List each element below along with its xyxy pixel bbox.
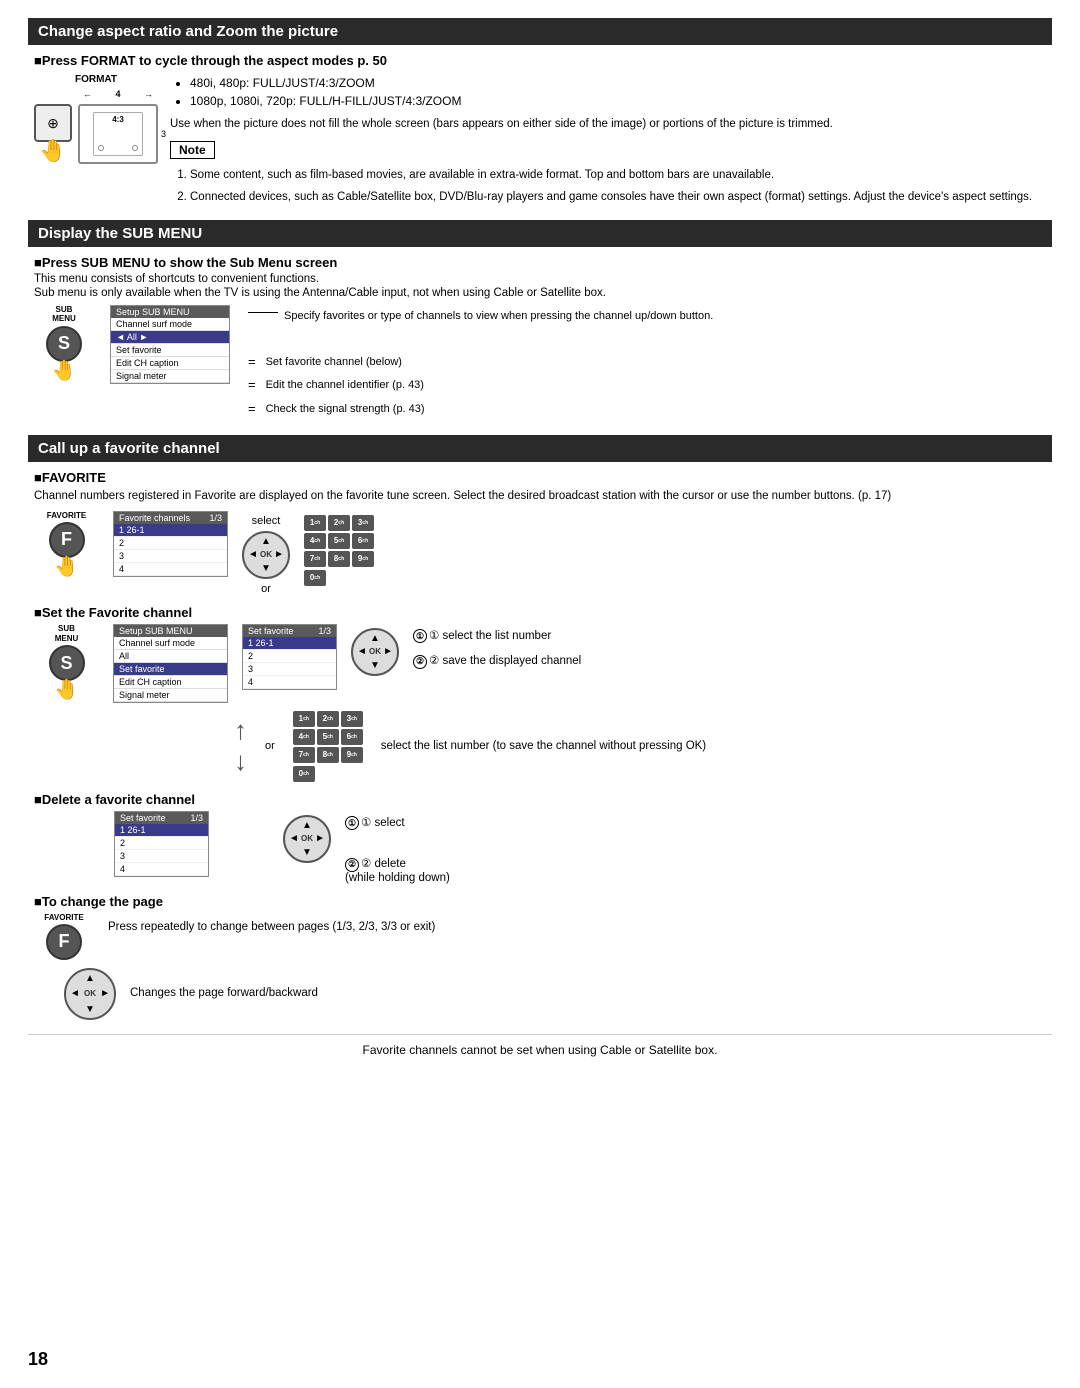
- set-fav-title: ■Set the Favorite channel: [34, 605, 1046, 620]
- annotation-edit-ch: = Edit the channel identifier (p. 43): [248, 378, 713, 394]
- bullet-1080: 1080p, 1080i, 720p: FULL/H-FILL/JUST/4:3…: [190, 92, 1046, 110]
- section2-header: Display the SUB MENU: [28, 220, 1052, 247]
- set-fav-channels-box: Set favorite 1/3 1 26-1 2 3 4: [242, 624, 337, 690]
- menu-item-set-fav: Set favorite: [111, 344, 229, 357]
- num-grid-set: 1ch 2ch 3ch 4ch 5ch 6ch 7ch 8ch 9ch: [293, 711, 363, 763]
- nav-circle-page: ▲ ◄ OK ► ▼: [64, 968, 116, 1020]
- menu-item-edit-ch: Edit CH caption: [111, 357, 229, 370]
- set-fav-step1: ①① select the list number: [413, 628, 581, 644]
- ok-label-set: OK: [369, 647, 381, 656]
- format-button-illustration: FORMAT ⊕ 🤚 ←4→ 4:3: [34, 74, 158, 164]
- sub-menu-box: Setup SUB MENU Channel surf mode ◄ All ►…: [110, 305, 230, 384]
- fav-label: FAVORITE: [47, 511, 86, 520]
- set-sub-label: SUB MENU: [55, 624, 79, 643]
- num-9: 9ch: [352, 551, 374, 567]
- section-aspect-ratio: Change aspect ratio and Zoom the picture…: [28, 18, 1052, 206]
- change-page-body2: Changes the page forward/backward: [130, 985, 318, 1002]
- ok-label: OK: [260, 550, 272, 559]
- tv-screen-illustration: 4:3 3: [78, 104, 158, 164]
- menu-box-header: Setup SUB MENU: [111, 306, 229, 318]
- subsection2-title: ■Press SUB MENU to show the Sub Menu scr…: [34, 255, 1046, 270]
- fav-row-3: 3: [114, 550, 227, 563]
- set-favorite-subsection: ■Set the Favorite channel SUB MENU S 🤚 S…: [34, 605, 1046, 782]
- num-1: 1ch: [304, 515, 326, 531]
- menu-item-channel-surf: Channel surf mode: [111, 318, 229, 331]
- bullet-480: 480i, 480p: FULL/JUST/4:3/ZOOM: [190, 74, 1046, 92]
- section-favorite: Call up a favorite channel ■FAVORITE Cha…: [28, 435, 1052, 1020]
- annotation-signal: = Check the signal strength (p. 43): [248, 402, 713, 418]
- change-page-title: ■To change the page: [34, 894, 1046, 909]
- fav-row-1: 1 26-1: [114, 524, 227, 537]
- favorite-subsection: ■FAVORITE Channel numbers registered in …: [34, 470, 1046, 595]
- favorite-body: Channel numbers registered in Favorite a…: [34, 488, 1046, 505]
- s-button: S: [46, 326, 82, 362]
- num-7: 7ch: [304, 551, 326, 567]
- annotation-channel-surf: Specify favorites or type of channels to…: [248, 309, 713, 324]
- note-label: Note: [170, 141, 215, 159]
- set-fav-steps: ①① select the list number ②② save the di…: [413, 628, 581, 669]
- or-label: or: [261, 583, 271, 595]
- set-fav-step2: ②② save the displayed channel: [413, 653, 581, 669]
- updown-arrows: ↑ ↓: [234, 715, 247, 777]
- menu-item-signal: Signal meter: [111, 370, 229, 383]
- menu-item-all: ◄ All ►: [111, 331, 229, 344]
- section3-header: Call up a favorite channel: [28, 435, 1052, 462]
- fav-row-4: 4: [114, 563, 227, 576]
- f-button-change-page: F: [46, 924, 82, 960]
- menu-annotations: Specify favorites or type of channels to…: [248, 309, 713, 421]
- note-item-1: Some content, such as film-based movies,…: [190, 167, 1046, 184]
- aspect-body: Use when the picture does not fill the w…: [170, 116, 1046, 133]
- format-button-icon: ⊕: [34, 104, 72, 142]
- subsection1-title: ■Press FORMAT to cycle through the aspec…: [34, 53, 1046, 68]
- nav-circle-set: ▲ ◄ OK ► ▼: [351, 628, 399, 676]
- note-list: Some content, such as film-based movies,…: [170, 167, 1046, 206]
- fav-row-2: 2: [114, 537, 227, 550]
- delete-favorite-subsection: ■Delete a favorite channel Set favorite …: [34, 792, 1046, 884]
- sub-menu-body2: Sub menu is only available when the TV i…: [34, 287, 1046, 299]
- delete-fav-step1: ①① select: [345, 815, 450, 831]
- delete-fav-channels-box: Set favorite 1/3 1 26-1 2 3 4: [114, 811, 209, 877]
- num-2: 2ch: [328, 515, 350, 531]
- change-page-fav-label: FAVORITE: [44, 913, 83, 922]
- section-sub-menu: Display the SUB MENU ■Press SUB MENU to …: [28, 220, 1052, 421]
- nav-circle-delete: ▲ ◄ OK ► ▼: [283, 815, 331, 863]
- delete-fav-steps: ①① select ②② delete (while holding down): [345, 815, 450, 884]
- favorite-title: ■FAVORITE: [34, 470, 1046, 485]
- or-label-set: or: [265, 740, 275, 752]
- alt-instruction: select the list number (to save the chan…: [381, 738, 706, 755]
- sub-menu-body: This menu consists of shortcuts to conve…: [34, 273, 1046, 285]
- num-3: 3ch: [352, 515, 374, 531]
- change-page-body: Press repeatedly to change between pages…: [108, 919, 435, 936]
- num-grid-fav: 1ch 2ch 3ch 4ch 5ch 6ch 7ch 8ch 9ch: [304, 515, 374, 567]
- num-8: 8ch: [328, 551, 350, 567]
- set-fav-header: Set favorite 1/3: [243, 625, 336, 637]
- footer: Favorite channels cannot be set when usi…: [28, 1034, 1052, 1057]
- num-5: 5ch: [328, 533, 350, 549]
- select-label: select: [252, 515, 281, 527]
- note-item-2: Connected devices, such as Cable/Satelli…: [190, 189, 1046, 206]
- num-4: 4ch: [304, 533, 326, 549]
- delete-fav-title: ■Delete a favorite channel: [34, 792, 1046, 807]
- section1-header: Change aspect ratio and Zoom the picture: [28, 18, 1052, 45]
- set-fav-menu-box: Setup SUB MENU Channel surf mode All Set…: [113, 624, 228, 703]
- sub-menu-label: SUB MENU: [52, 305, 76, 324]
- f-button: F: [49, 522, 85, 558]
- aspect-bullets: 480i, 480p: FULL/JUST/4:3/ZOOM 1080p, 10…: [170, 74, 1046, 110]
- fav-channels-header: Favorite channels 1/3: [114, 512, 227, 524]
- num-6: 6ch: [352, 533, 374, 549]
- page-number: 18: [28, 1349, 48, 1370]
- nav-circle-fav: ▲ ◄ OK ► ▼: [242, 531, 290, 579]
- fav-channels-box: Favorite channels 1/3 1 26-1 2 3 4: [113, 511, 228, 577]
- change-page-subsection: ■To change the page FAVORITE F Press rep…: [34, 894, 1046, 1020]
- s-button-set: S: [49, 645, 85, 681]
- num-0: 0ch: [304, 570, 326, 586]
- annotation-set-fav: = Set favorite channel (below): [248, 355, 713, 371]
- delete-fav-step2: ②② delete (while holding down): [345, 844, 450, 884]
